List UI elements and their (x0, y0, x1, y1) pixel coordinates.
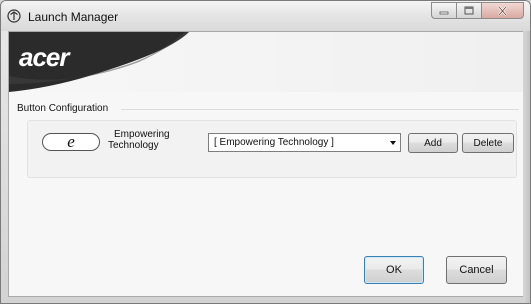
launch-manager-window: Launch Manager acer Button Configuration… (0, 0, 531, 304)
button-configuration-group: e Empowering Technology [ Empowering Tec… (27, 120, 517, 178)
acer-logo: acer (19, 42, 69, 72)
dialog-client-area: acer Button Configuration e Empowering T… (8, 31, 524, 297)
caption-buttons (431, 2, 524, 20)
maximize-icon (464, 6, 474, 15)
e-key-icon: e (67, 131, 75, 151)
window-title: Launch Manager (28, 10, 119, 24)
group-title: Button Configuration (17, 103, 109, 114)
label-line-1: Empowering (114, 129, 170, 140)
window-right-border (523, 31, 530, 303)
close-icon (498, 5, 507, 16)
label-line-2: Technology (108, 140, 159, 151)
ok-button[interactable]: OK (364, 256, 424, 284)
dropdown-value: [ Empowering Technology ] (214, 137, 334, 148)
minimize-button[interactable] (431, 2, 456, 19)
cancel-button[interactable]: Cancel (446, 256, 507, 284)
add-button[interactable]: Add (408, 133, 458, 153)
group-divider (121, 109, 519, 110)
empowering-key-label: Empowering Technology (108, 129, 188, 151)
minimize-icon (439, 11, 449, 14)
maximize-button[interactable] (456, 2, 481, 19)
empowering-key-button[interactable]: e (42, 133, 100, 151)
banner-shape (9, 32, 523, 92)
chevron-down-icon (390, 141, 396, 145)
close-button[interactable] (481, 2, 524, 19)
launch-manager-icon (7, 9, 21, 23)
title-bar[interactable]: Launch Manager (1, 1, 530, 31)
acer-banner: acer (9, 32, 523, 92)
delete-button[interactable]: Delete (462, 133, 514, 153)
application-dropdown[interactable]: [ Empowering Technology ] (208, 133, 401, 152)
